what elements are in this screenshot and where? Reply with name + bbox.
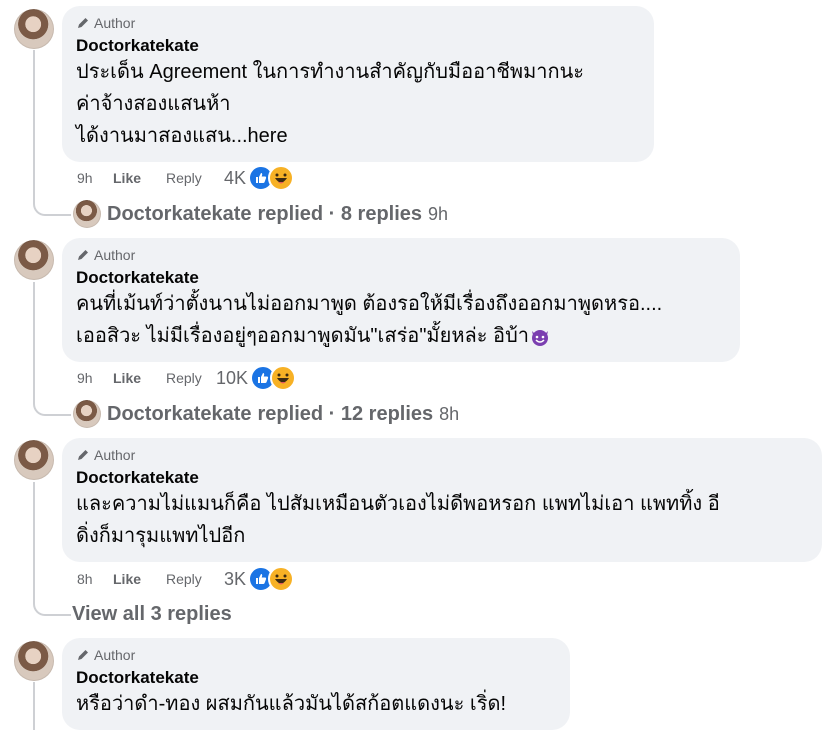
comment-text: คนที่เม้นท์ว่าตั้งนานไม่ออกมาพูด ต้องรอใ… (76, 288, 726, 352)
badge-label: Author (94, 15, 136, 31)
comment-text: และความไม่แมนก็คือ ไปสัมเหมือนตัวเองไม่ด… (76, 493, 720, 547)
author-badge: Author (76, 14, 640, 32)
like-button[interactable]: Like (113, 370, 166, 386)
thread-line (33, 482, 35, 600)
replies-summary: replied · 12 replies (257, 402, 434, 425)
reply-button[interactable]: Reply (166, 571, 222, 587)
comment-time[interactable]: 9h (77, 370, 113, 386)
thread-line (33, 50, 35, 200)
reaction-icons[interactable] (248, 566, 295, 592)
comment-author-name[interactable]: Doctorkatekate (76, 268, 726, 288)
author-badge: Author (76, 446, 808, 464)
haha-reaction-icon (268, 165, 295, 191)
replies-time: 8h (439, 403, 460, 424)
reaction-icons[interactable] (250, 365, 297, 391)
thread-line (33, 682, 35, 730)
reaction-count[interactable]: 10K (216, 368, 248, 389)
avatar[interactable] (14, 641, 54, 681)
replies-link[interactable]: Doctorkatekate replied · 8 replies 9h (73, 199, 448, 229)
view-all-replies-link[interactable]: View all 3 replies (72, 600, 232, 628)
comment-bubble: Author Doctorkatekate หรือว่าดำ-ทอง ผสมก… (62, 638, 570, 730)
comment-text: ประเด็น Agreement ในการทำงานสำคัญกับมืออ… (76, 61, 585, 147)
pen-icon (78, 650, 88, 660)
pen-icon (78, 450, 88, 460)
reply-button[interactable]: Reply (166, 170, 222, 186)
comment-actions: 9h Like Reply 10K (77, 365, 297, 391)
replies-summary: replied · 8 replies (257, 202, 423, 225)
comment-text-content: คนที่เม้นท์ว่าตั้งนานไม่ออกมาพูด ต้องรอใ… (76, 293, 663, 347)
haha-reaction-icon (268, 566, 295, 592)
replies-link[interactable]: Doctorkatekate replied · 12 replies 8h (73, 399, 459, 429)
haha-reaction-icon (270, 365, 297, 391)
like-button[interactable]: Like (113, 571, 166, 587)
comment-author-name[interactable]: Doctorkatekate (76, 668, 556, 688)
comment-actions: 8h Like Reply 3K (77, 566, 295, 592)
replies-time: 9h (428, 203, 449, 224)
comment-bubble: Author Doctorkatekate และความไม่แมนก็คือ… (62, 438, 822, 562)
badge-label: Author (94, 447, 136, 463)
avatar[interactable] (14, 240, 54, 280)
reaction-count[interactable]: 4K (224, 168, 246, 189)
reply-button[interactable]: Reply (166, 370, 214, 386)
thread-line (33, 282, 35, 400)
like-button[interactable]: Like (113, 170, 166, 186)
comment-author-name[interactable]: Doctorkatekate (76, 468, 808, 488)
replier-name: Doctorkatekate (107, 202, 252, 225)
comment-text: หรือว่าดำ-ทอง ผสมกันแล้วมันได้สก้อตแดงนะ… (76, 693, 507, 715)
pen-icon (78, 18, 88, 28)
avatar[interactable] (14, 440, 54, 480)
replier-name: Doctorkatekate (107, 402, 252, 425)
badge-label: Author (94, 647, 136, 663)
comment-bubble: Author Doctorkatekate คนที่เม้นท์ว่าตั้ง… (62, 238, 740, 362)
thread-connector (33, 398, 71, 416)
avatar (73, 200, 101, 228)
avatar[interactable] (14, 9, 54, 49)
author-badge: Author (76, 646, 556, 664)
comment-time[interactable]: 8h (77, 571, 113, 587)
pen-icon (78, 250, 88, 260)
reaction-icons[interactable] (248, 165, 295, 191)
comment-actions: 9h Like Reply 4K (77, 165, 295, 191)
author-badge: Author (76, 246, 726, 264)
avatar (73, 400, 101, 428)
reaction-count[interactable]: 3K (224, 569, 246, 590)
thread-connector (33, 598, 71, 616)
comment-author-name[interactable]: Doctorkatekate (76, 36, 640, 56)
thread-connector (33, 198, 71, 216)
badge-label: Author (94, 247, 136, 263)
smiling-devil-emoji-icon (532, 329, 548, 346)
comment-bubble: Author Doctorkatekate ประเด็น Agreement … (62, 6, 654, 162)
comment-time[interactable]: 9h (77, 170, 113, 186)
